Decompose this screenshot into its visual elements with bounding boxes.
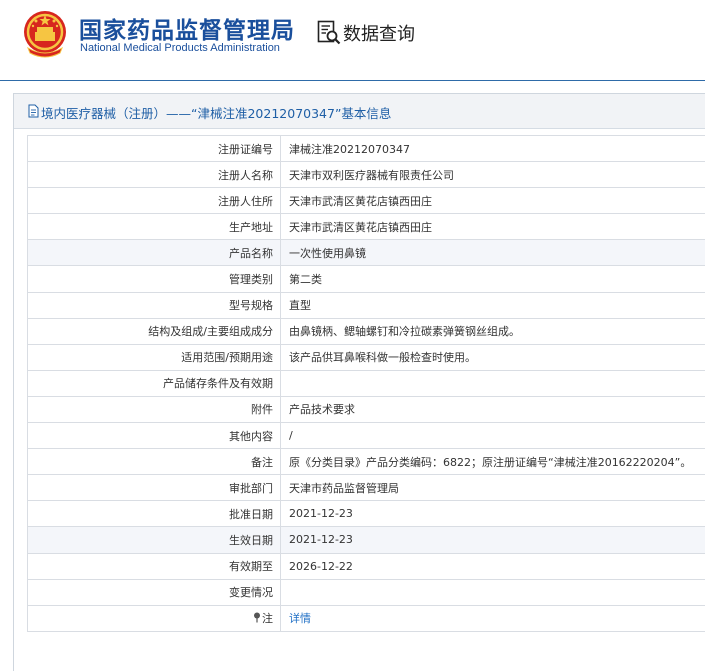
table-row: 注册人住所 天津市武清区黄花店镇西田庄 <box>27 187 705 215</box>
field-value: 详情 <box>280 604 705 632</box>
table-row: 注册证编号 津械注准20212070347 <box>27 134 705 163</box>
site-title: 国家药品监督管理局 <box>79 18 295 44</box>
field-value: 天津市药品监督管理局 <box>280 474 705 502</box>
field-value: 直型 <box>280 291 705 319</box>
field-value: 一次性使用鼻镜 <box>280 239 705 267</box>
table-row: 变更情况 <box>27 578 705 606</box>
field-label: 管理类别 <box>27 265 281 293</box>
table-row: 型号规格 直型 <box>27 291 705 319</box>
field-value: 津械注准20212070347 <box>280 134 705 163</box>
panel-title: 境内医疗器械（注册）——“津械注准20212070347”基本信息 <box>41 106 392 121</box>
field-label: 附件 <box>27 395 281 424</box>
table-row: 生产地址 天津市武清区黄花店镇西田庄 <box>27 213 705 241</box>
field-label: 注册证编号 <box>27 134 281 163</box>
pin-icon <box>254 612 260 623</box>
field-value: 产品技术要求 <box>280 395 705 424</box>
field-label: 注册人住所 <box>27 187 281 215</box>
field-value <box>280 369 705 397</box>
field-value: 2021-12-23 <box>280 500 705 528</box>
table-row: 产品储存条件及有效期 <box>27 369 705 397</box>
table-row: 产品名称 一次性使用鼻镜 <box>27 239 705 267</box>
field-label: 生效日期 <box>27 526 281 554</box>
field-value: 由鼻镜柄、鳃轴螺钉和冷拉碳素弹簧钢丝组成。 <box>280 317 705 345</box>
table-row: 生效日期 2021-12-23 <box>27 526 705 554</box>
field-value: / <box>280 422 705 450</box>
table-row: 附件 产品技术要求 <box>27 395 705 424</box>
info-panel: 境内医疗器械（注册）——“津械注准20212070347”基本信息 注册证编号津… <box>13 93 705 671</box>
field-value: 2026-12-22 <box>280 552 705 580</box>
note-label: 注 <box>262 612 273 626</box>
table-row: 批准日期 2021-12-23 <box>27 500 705 528</box>
table-row: 注册人名称 天津市双利医疗器械有限责任公司 <box>27 161 705 189</box>
info-table: 注册证编号 津械注准20212070347 注册人名称 天津市双利医疗器械有限责任公司… <box>27 134 705 632</box>
field-value: 2021-12-23 <box>280 526 705 554</box>
site-subtitle: National Medical Products Administration <box>80 42 280 54</box>
field-label: 产品储存条件及有效期 <box>27 369 281 397</box>
field-value <box>280 578 705 606</box>
field-label: 产品名称 <box>27 239 281 267</box>
details-link[interactable]: 详情 <box>289 612 311 625</box>
table-row-note: 注 详情 <box>27 604 705 632</box>
field-label: 结构及组成/主要组成成分 <box>27 317 281 345</box>
site-header: 国家药品监督管理局 National Medical Products Admi… <box>0 0 705 81</box>
document-search-icon <box>317 20 341 45</box>
field-label: 注册人名称 <box>27 161 281 189</box>
document-icon <box>28 104 39 118</box>
table-row: 管理类别 第二类 <box>27 265 705 293</box>
field-label: 适用范围/预期用途 <box>27 343 281 371</box>
field-label: 其他内容 <box>27 422 281 450</box>
national-emblem-icon <box>24 11 66 58</box>
field-label: 生产地址 <box>27 213 281 241</box>
table-row: 适用范围/预期用途 该产品供耳鼻喉科做一般检查时使用。 <box>27 343 705 371</box>
panel-header: 境内医疗器械（注册）——“津械注准20212070347”基本信息 <box>14 94 705 129</box>
field-label: 批准日期 <box>27 500 281 528</box>
table-row: 有效期至 2026-12-22 <box>27 552 705 580</box>
field-value: 该产品供耳鼻喉科做一般检查时使用。 <box>280 343 705 371</box>
table-row: 备注 原《分类目录》产品分类编码：6822；原注册证编号“津械注准20162220… <box>27 448 705 476</box>
field-value: 原《分类目录》产品分类编码：6822；原注册证编号“津械注准2016222020… <box>280 448 705 476</box>
field-value: 天津市武清区黄花店镇西田庄 <box>280 187 705 215</box>
field-value: 天津市武清区黄花店镇西田庄 <box>280 213 705 241</box>
table-row: 结构及组成/主要组成成分 由鼻镜柄、鳃轴螺钉和冷拉碳素弹簧钢丝组成。 <box>27 317 705 345</box>
field-label: 备注 <box>27 448 281 476</box>
table-row: 审批部门 天津市药品监督管理局 <box>27 474 705 502</box>
field-label: 型号规格 <box>27 291 281 319</box>
field-label: 审批部门 <box>27 474 281 502</box>
field-label: 有效期至 <box>27 552 281 580</box>
field-label: 注 <box>27 604 281 632</box>
field-value: 第二类 <box>280 265 705 293</box>
table-row: 其他内容 / <box>27 422 705 450</box>
field-value: 天津市双利医疗器械有限责任公司 <box>280 161 705 189</box>
field-label: 变更情况 <box>27 578 281 606</box>
query-title: 数据查询 <box>343 24 415 45</box>
